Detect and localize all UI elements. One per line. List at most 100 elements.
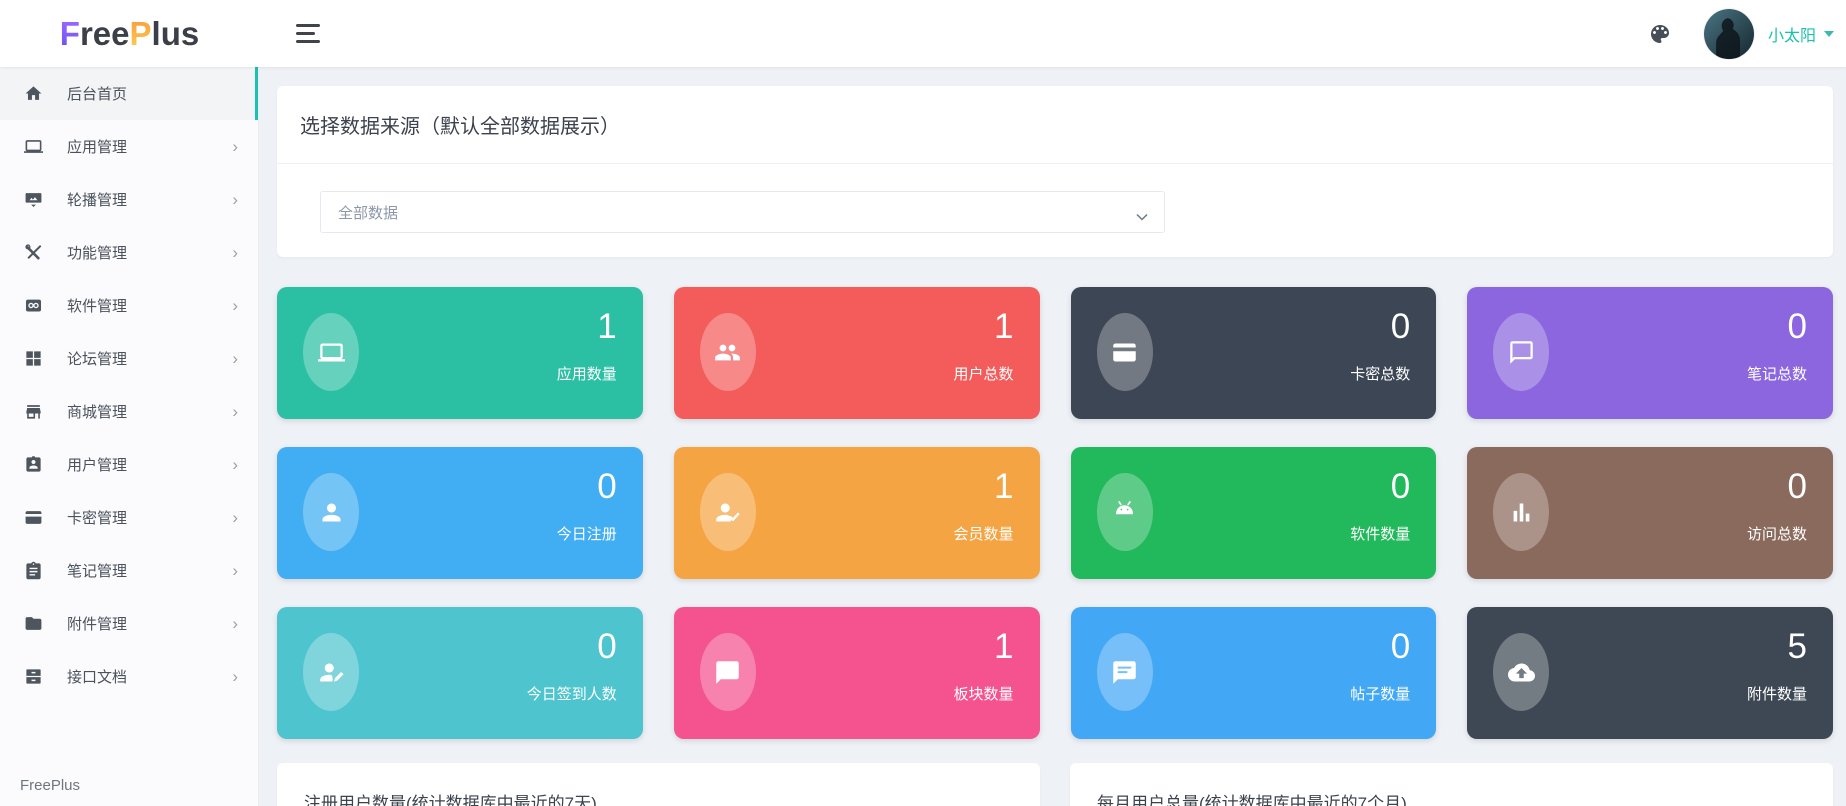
stat-card: 0今日注册 (277, 447, 643, 579)
chevron-right-icon: › (232, 615, 238, 632)
sidebar-item-9[interactable]: 笔记管理 › (0, 544, 258, 597)
sidebar-item-3[interactable]: 功能管理› (0, 226, 258, 279)
stat-label: 帖子数量 (1350, 683, 1410, 704)
data-source-select[interactable]: 全部数据 (320, 191, 1165, 233)
stat-label: 应用数量 (557, 363, 617, 384)
stat-value: 1 (994, 307, 1013, 347)
infinity-icon (24, 296, 43, 315)
main-content: 选择数据来源（默认全部数据展示） 全部数据 1应用数量1用户总数0卡密总数0笔记… (259, 67, 1846, 806)
stat-card: 0 帖子数量 (1071, 607, 1437, 739)
sidebar-item-6[interactable]: 商城管理› (0, 385, 258, 438)
chevron-right-icon: › (232, 244, 238, 261)
stat-label: 会员数量 (953, 523, 1013, 544)
sidebar-item-label: 后台首页 (67, 83, 127, 104)
logo-letters-ree: ree (80, 17, 130, 50)
select-value: 全部数据 (338, 202, 398, 223)
caret-down-icon[interactable] (1824, 31, 1834, 37)
chart-card-monthly-users: 每月用户总量(统计数据库中最近的7个月) (1070, 763, 1833, 806)
chevron-down-icon (1136, 208, 1148, 216)
stat-value: 0 (1391, 467, 1410, 507)
sidebar-item-label: 接口文档 (67, 666, 127, 687)
sidebar-item-label: 商城管理 (67, 401, 127, 422)
users-icon (700, 313, 756, 391)
stat-value: 0 (1391, 307, 1410, 347)
sidebar-item-label: 应用管理 (67, 136, 127, 157)
stat-label: 软件数量 (1350, 523, 1410, 544)
clipboard-icon (24, 561, 43, 580)
stat-value: 5 (1788, 627, 1807, 667)
sidebar-item-label: 软件管理 (67, 295, 127, 316)
chat-outline-icon (1493, 313, 1549, 391)
person-check-icon (700, 473, 756, 551)
topbar: FreePlus 小太阳 (0, 0, 1846, 67)
stat-card: 1板块数量 (674, 607, 1040, 739)
sidebar-item-11[interactable]: 接口文档› (0, 650, 258, 703)
sidebar-item-7[interactable]: 用户管理› (0, 438, 258, 491)
chevron-right-icon: › (232, 562, 238, 579)
laptop-icon (24, 137, 43, 156)
stats-grid: 1 应用数量 1用户总数 0 卡密总数 0笔记总数 0今日注册 1 会员数量 0 软件数量 0访问总数… (277, 287, 1833, 739)
stat-card: 0访问总数 (1467, 447, 1833, 579)
sidebar-item-5[interactable]: 论坛管理 › (0, 332, 258, 385)
sidebar-nav: 后台首页应用管理›轮播管理›功能管理›软件管理›论坛管理›商城管理›用户管理›卡… (0, 67, 258, 703)
chevron-right-icon: › (232, 350, 238, 367)
stat-label: 板块数量 (953, 683, 1013, 704)
stat-card: 0笔记总数 (1467, 287, 1833, 419)
sidebar-item-8[interactable]: 卡密管理 › (0, 491, 258, 544)
stat-value: 0 (1391, 627, 1410, 667)
stat-label: 卡密总数 (1350, 363, 1410, 384)
stat-value: 0 (1788, 307, 1807, 347)
topbar-right: 小太阳 (1648, 9, 1846, 59)
menu-toggle-icon[interactable] (296, 24, 320, 44)
stat-card: 1用户总数 (674, 287, 1040, 419)
bar-chart-icon (1493, 473, 1549, 551)
chevron-right-icon: › (232, 509, 238, 526)
home-icon (24, 84, 43, 103)
stat-card: 0今日签到人数 (277, 607, 643, 739)
laptop-icon (303, 313, 359, 391)
stat-card: 0 卡密总数 (1071, 287, 1437, 419)
sidebar-item-label: 笔记管理 (67, 560, 127, 581)
stat-value: 0 (597, 467, 616, 507)
stat-card: 5 附件数量 (1467, 607, 1833, 739)
sidebar-item-1[interactable]: 应用管理 › (0, 120, 258, 173)
sidebar-item-10[interactable]: 附件管理› (0, 597, 258, 650)
stat-value: 1 (597, 307, 616, 347)
sidebar-item-2[interactable]: 轮播管理› (0, 173, 258, 226)
android-icon (1097, 473, 1153, 551)
sidebar-item-0[interactable]: 后台首页 (0, 67, 258, 120)
stat-card: 1 会员数量 (674, 447, 1040, 579)
stat-card: 1 应用数量 (277, 287, 643, 419)
sidebar-item-4[interactable]: 软件管理 › (0, 279, 258, 332)
sidebar: 后台首页应用管理›轮播管理›功能管理›软件管理›论坛管理›商城管理›用户管理›卡… (0, 67, 259, 806)
data-source-body: 全部数据 (277, 164, 1833, 257)
avatar[interactable] (1704, 9, 1754, 59)
stat-card: 0 软件数量 (1071, 447, 1437, 579)
logo-letters-lus: lus (152, 17, 200, 50)
chevron-right-icon: › (232, 138, 238, 155)
app-root: FreePlus 小太阳 后台首页应用管理›轮播管理›功能管理›软件管理›论坛管… (0, 0, 1846, 806)
charts-row: 注册用户数量(统计数据库中最近的7天) 每月用户总量(统计数据库中最近的7个月) (277, 763, 1833, 806)
username[interactable]: 小太阳 (1768, 22, 1816, 46)
logo-letter-f: F (60, 17, 80, 50)
brand-logo[interactable]: FreePlus (0, 0, 259, 67)
stat-value: 0 (597, 627, 616, 667)
sidebar-footer-brand: FreePlus (20, 777, 80, 794)
sidebar-item-label: 卡密管理 (67, 507, 127, 528)
grid-icon (24, 349, 43, 368)
chart-title: 每月用户总量(统计数据库中最近的7个月) (1070, 763, 1833, 806)
sidebar-item-label: 用户管理 (67, 454, 127, 475)
theme-palette-icon[interactable] (1648, 22, 1672, 46)
chevron-right-icon: › (232, 297, 238, 314)
chart-title: 注册用户数量(统计数据库中最近的7天) (277, 763, 1040, 806)
brand-logo-text: FreePlus (60, 17, 199, 50)
stat-label: 附件数量 (1747, 683, 1807, 704)
stat-value: 1 (994, 467, 1013, 507)
stat-value: 0 (1788, 467, 1807, 507)
credit-card-icon (24, 508, 43, 527)
carousel-icon (24, 190, 43, 209)
user-badge-icon (24, 455, 43, 474)
chart-card-weekly-users: 注册用户数量(统计数据库中最近的7天) (277, 763, 1040, 806)
sidebar-item-label: 论坛管理 (67, 348, 127, 369)
comment-lines-icon (1097, 633, 1153, 711)
